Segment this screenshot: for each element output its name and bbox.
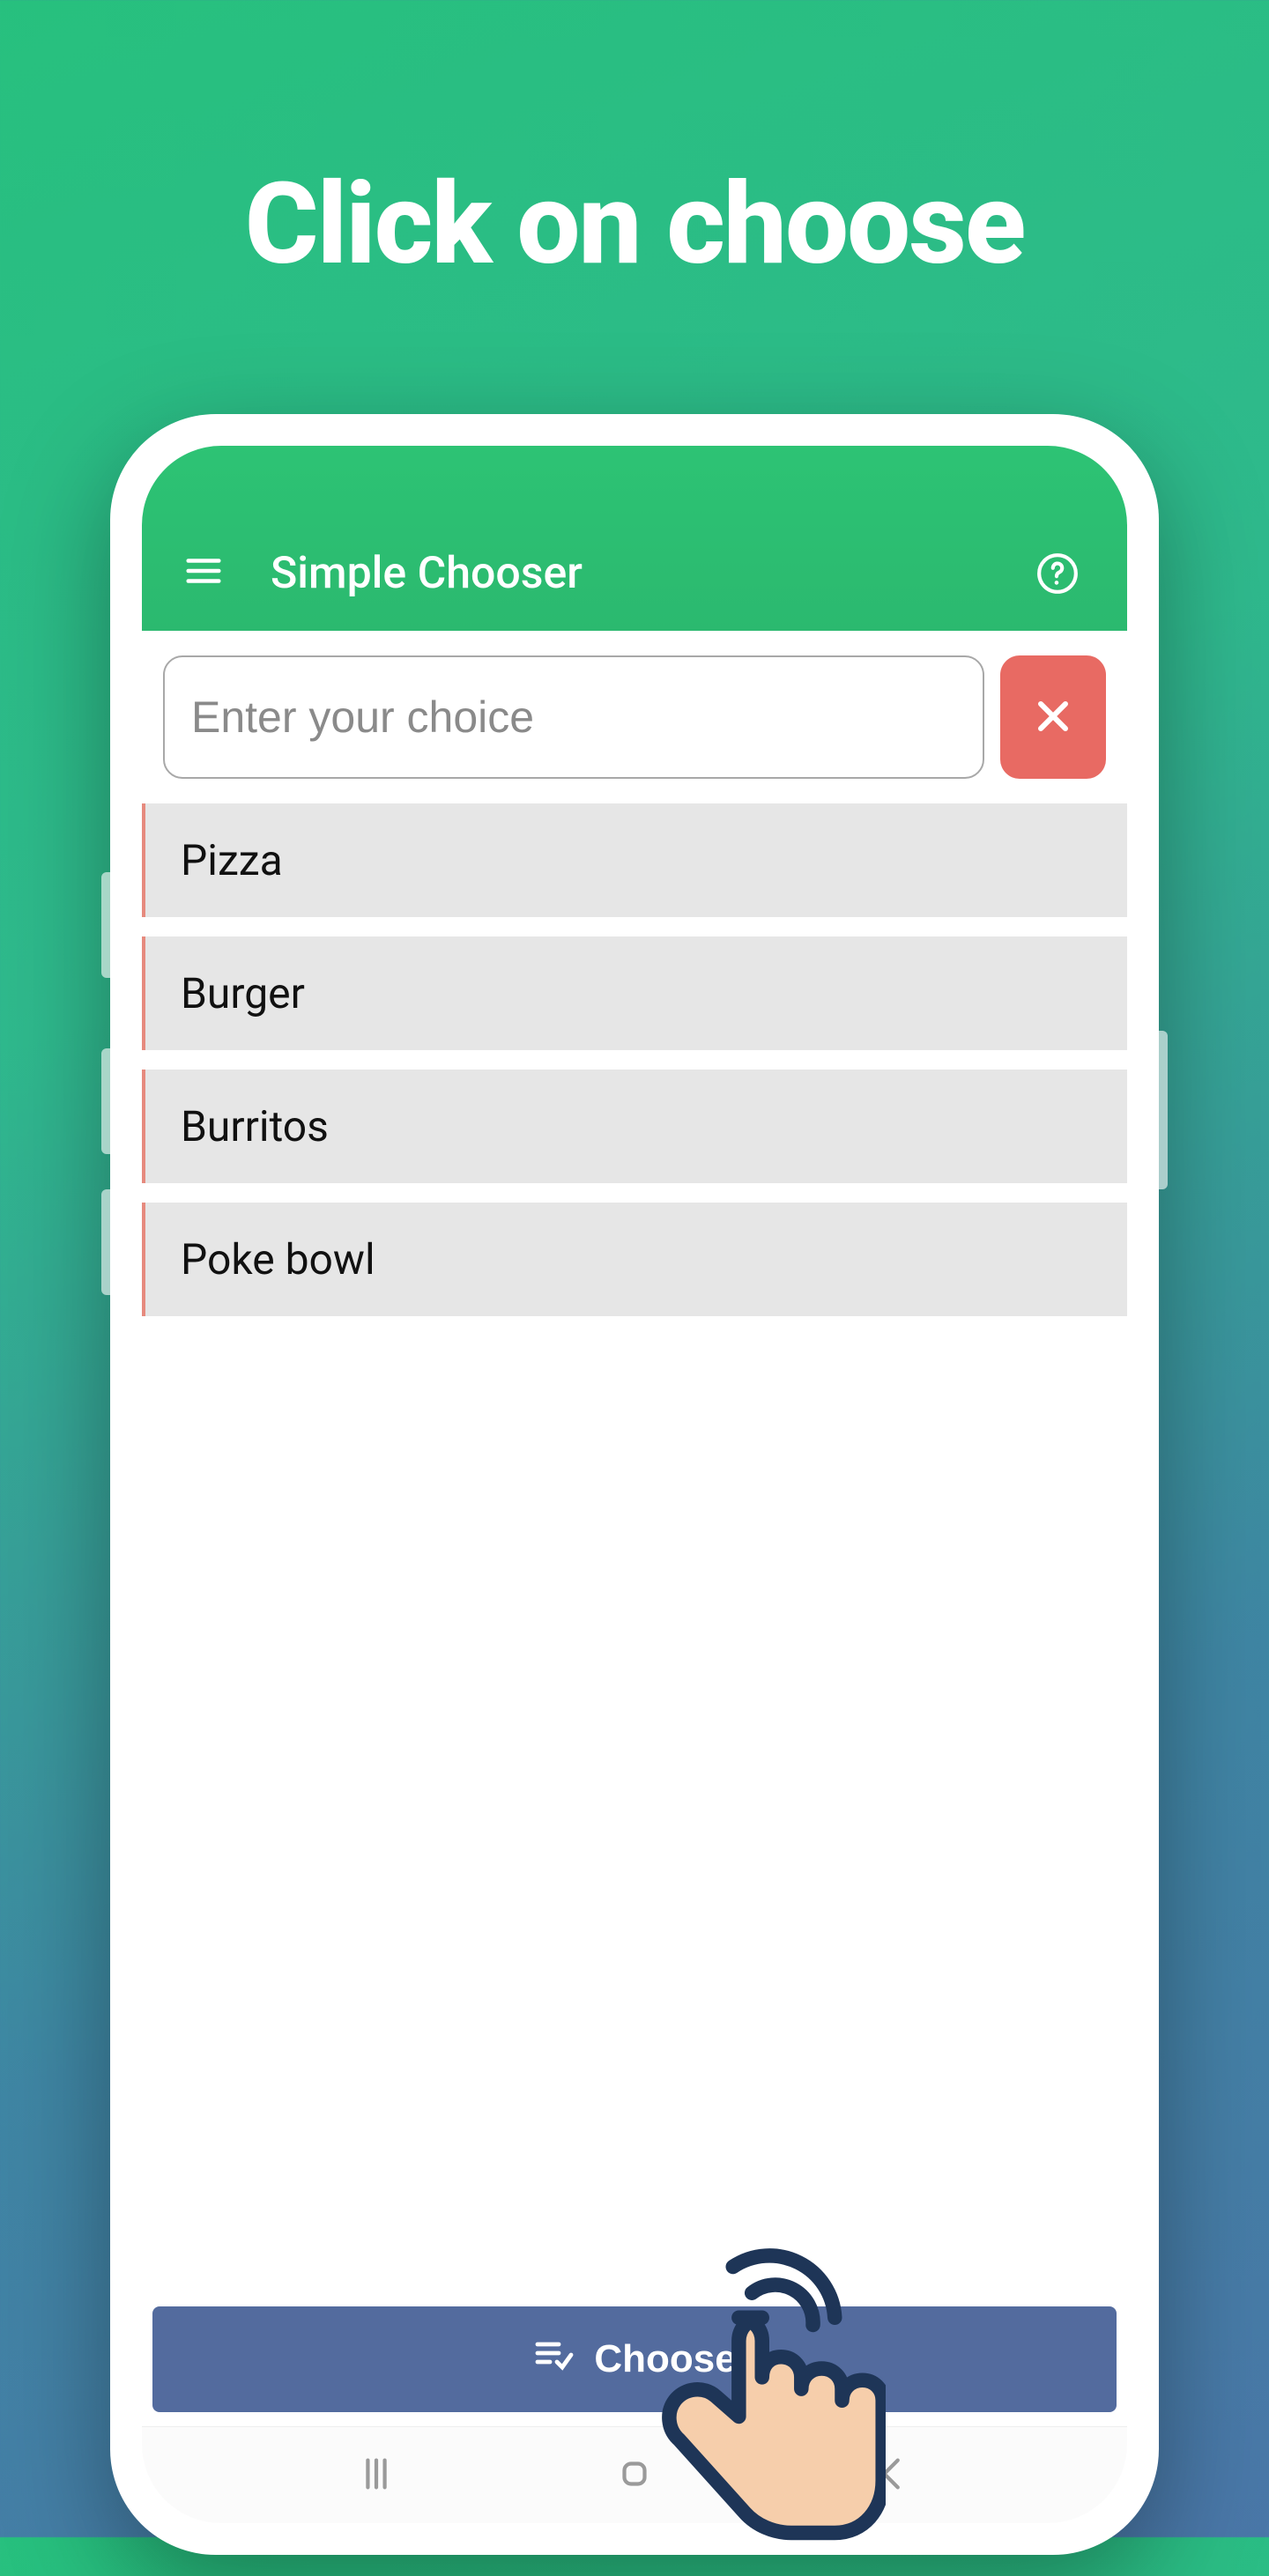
choose-button-label: Choose (594, 2337, 736, 2381)
promo-headline: Click on choose (0, 159, 1269, 291)
app-title: Simple Chooser (271, 548, 583, 599)
android-nav-bar (142, 2426, 1127, 2523)
playlist-check-icon (532, 2334, 575, 2386)
menu-button[interactable] (177, 546, 230, 599)
help-icon (1035, 551, 1080, 599)
app-bar: Simple Chooser (142, 446, 1127, 631)
choice-input[interactable] (163, 655, 984, 779)
hamburger-icon (183, 551, 224, 595)
device-screen: Simple Chooser (142, 446, 1127, 2523)
list-item[interactable]: Burger (142, 936, 1127, 1050)
nav-recents-button[interactable] (323, 2454, 429, 2498)
input-row (142, 631, 1127, 795)
choose-button[interactable]: Choose (152, 2306, 1117, 2412)
home-icon (614, 2454, 655, 2498)
list-item[interactable]: Burritos (142, 1070, 1127, 1183)
list-item[interactable]: Pizza (142, 803, 1127, 917)
clear-button[interactable] (1000, 655, 1106, 779)
nav-home-button[interactable] (582, 2454, 687, 2498)
back-icon (872, 2454, 913, 2498)
list-item[interactable]: Poke bowl (142, 1203, 1127, 1316)
recents-icon (356, 2454, 397, 2498)
close-icon (1032, 695, 1074, 740)
help-button[interactable] (1034, 551, 1081, 599)
device-frame: Simple Chooser (110, 414, 1159, 2555)
nav-back-button[interactable] (840, 2454, 946, 2498)
choice-list[interactable]: Pizza Burger Burritos Poke bowl (142, 795, 1127, 2306)
